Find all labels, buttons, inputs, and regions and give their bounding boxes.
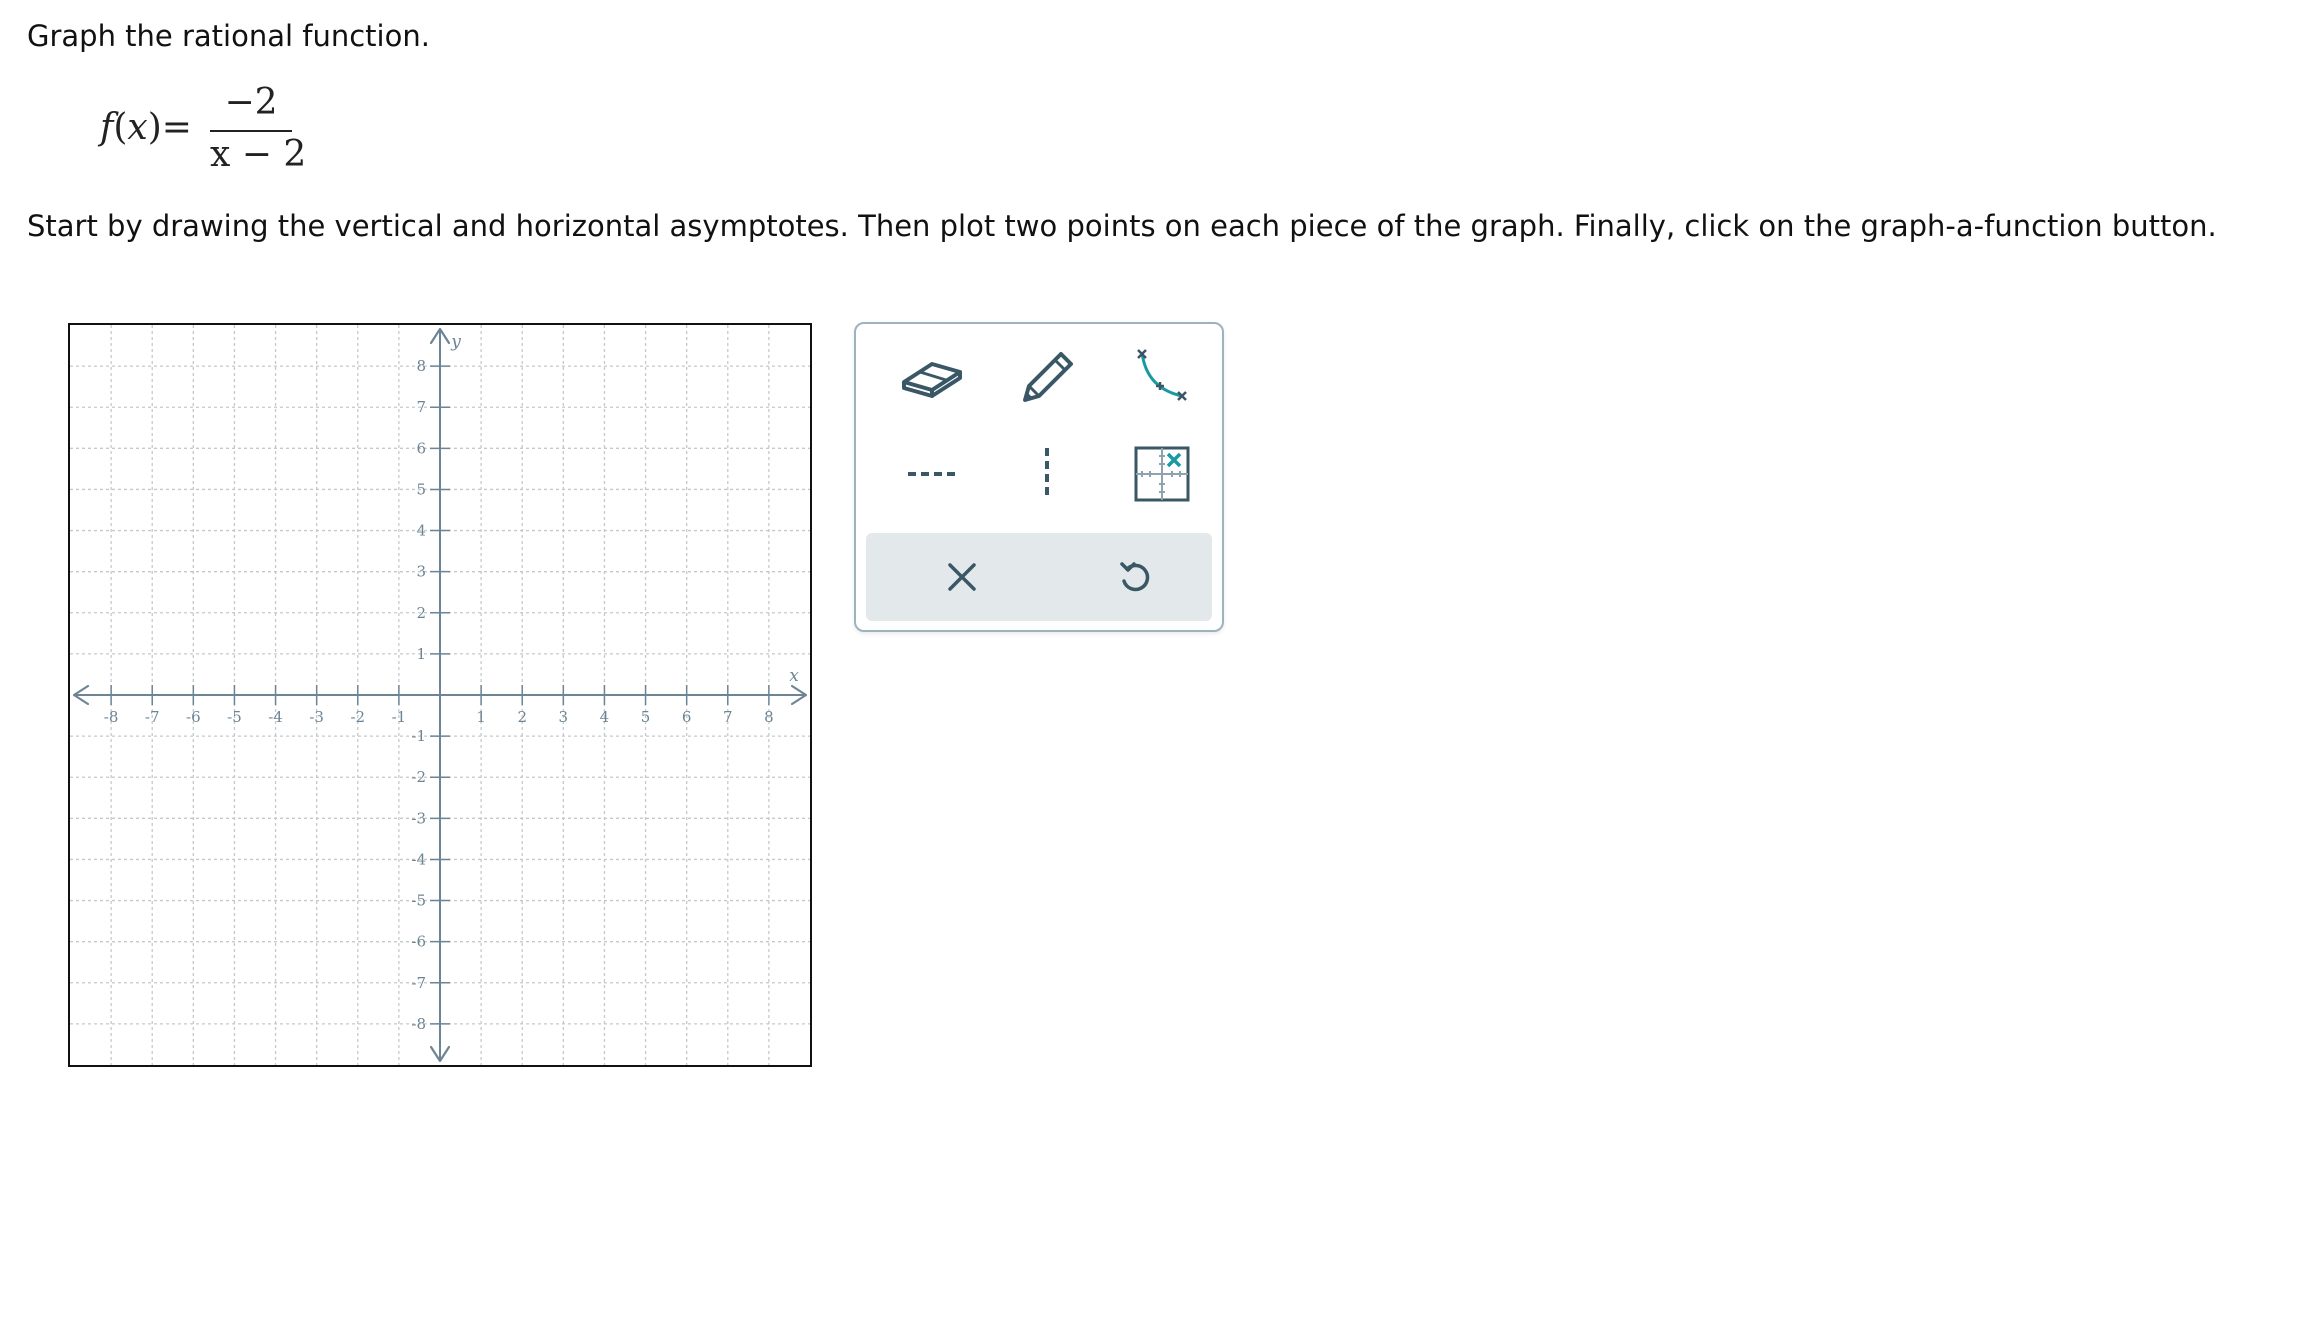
x-tick-label: -5 (227, 708, 242, 726)
y-tick-label: -2 (411, 768, 426, 786)
function-lhs: f(x)= (100, 107, 192, 148)
graph-toolbar (854, 322, 1224, 632)
y-tick-label: -6 (411, 933, 426, 951)
y-tick-label: -4 (411, 850, 426, 868)
x-tick-label: 8 (764, 708, 774, 726)
function-variable: x (127, 107, 148, 148)
directions-text: Start by drawing the vertical and horizo… (27, 209, 2217, 243)
pencil-icon (1023, 352, 1073, 402)
x-tick-label: 5 (641, 708, 651, 726)
y-tick-label: -5 (411, 892, 426, 910)
question-prompt: Graph the rational function. (27, 19, 430, 53)
x-tick-label: -2 (350, 708, 365, 726)
y-tick-label: 7 (416, 398, 426, 416)
equals-sign: = (161, 107, 192, 148)
vertical-asymptote-icon (1045, 448, 1049, 500)
x-tick-label: 3 (559, 708, 569, 726)
numerator: −2 (224, 82, 278, 123)
y-tick-label: -7 (411, 974, 426, 992)
vertical-asymptote-tool-button[interactable] (1011, 438, 1083, 510)
x-tick-label: -6 (186, 708, 201, 726)
x-tick-label: 1 (476, 708, 486, 726)
horizontal-asymptote-icon (908, 472, 958, 476)
y-tick-label: 2 (416, 604, 426, 622)
fraction-bar (210, 130, 292, 132)
x-tick-label: 4 (600, 708, 610, 726)
y-tick-label: -1 (411, 727, 426, 745)
undo-icon (1120, 562, 1150, 592)
x-tick-label: -4 (268, 708, 283, 726)
x-tick-label: -8 (104, 708, 119, 726)
y-tick-label: 3 (416, 563, 426, 581)
horizontal-asymptote-tool-button[interactable] (896, 438, 968, 510)
close-icon (948, 563, 976, 591)
x-tick-label: 7 (723, 708, 733, 726)
eraser-icon (902, 362, 962, 398)
point-plot-icon (1134, 446, 1190, 502)
eraser-tool-button[interactable] (896, 342, 968, 414)
y-tick-label: -3 (411, 809, 426, 827)
clear-button[interactable] (926, 541, 998, 613)
denominator: x − 2 (210, 134, 307, 175)
graph-function-tool-button[interactable] (1126, 342, 1198, 414)
x-tick-label: -3 (309, 708, 324, 726)
y-tick-label: 1 (416, 645, 426, 663)
x-tick-label: 6 (682, 708, 692, 726)
function-formula: f(x)= −2 x − 2 (100, 82, 307, 182)
x-tick-label: -1 (392, 708, 407, 726)
graph-canvas[interactable]: -8 -7 -6 -5 -4 -3 -2 -1 1 2 3 4 5 6 7 8 8 7 6 5 4 3 2 1 -1 -2 -3 -4… (68, 323, 812, 1067)
point-plot-tool-button[interactable] (1126, 438, 1198, 510)
undo-button[interactable] (1099, 541, 1171, 613)
coordinate-plane[interactable]: -8 -7 -6 -5 -4 -3 -2 -1 1 2 3 4 5 6 7 8 8 7 6 5 4 3 2 1 -1 -2 -3 -4… (70, 325, 810, 1065)
toolbar-actions (866, 533, 1212, 621)
y-axis-label: y (450, 332, 461, 352)
y-tick-label: 8 (416, 357, 426, 375)
x-tick-label: -7 (145, 708, 160, 726)
x-axis-label: x (789, 666, 799, 686)
y-tick-label: 6 (416, 439, 426, 457)
y-tick-label: 4 (416, 522, 426, 540)
function-name: f (100, 107, 114, 148)
y-tick-label: -8 (411, 1015, 426, 1033)
y-tick-label: 5 (416, 480, 426, 498)
x-tick-label: 2 (517, 708, 527, 726)
graph-function-icon (1137, 349, 1187, 401)
pencil-tool-button[interactable] (1011, 342, 1083, 414)
